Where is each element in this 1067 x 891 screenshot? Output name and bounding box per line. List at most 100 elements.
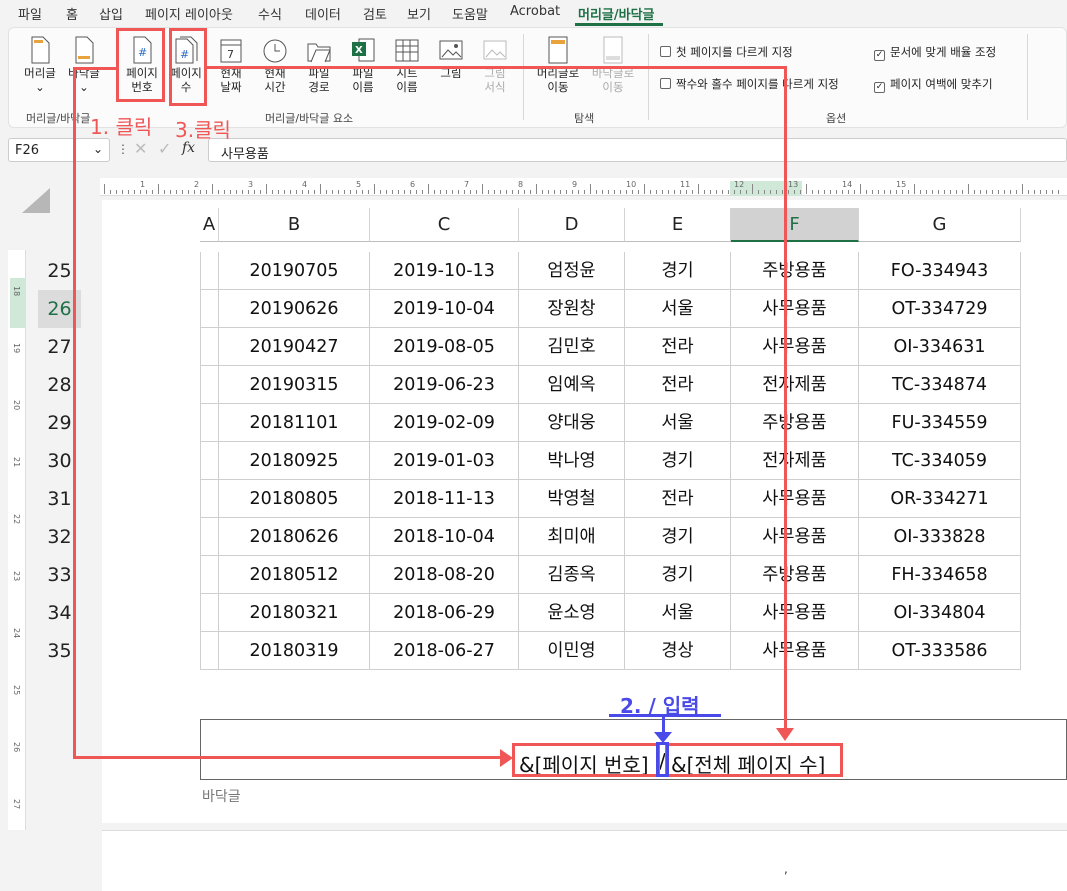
table-cell[interactable]: 엄정윤 — [519, 252, 625, 290]
picture-button[interactable]: 그림 — [431, 36, 471, 80]
table-cell[interactable] — [200, 404, 219, 442]
column-header-f[interactable]: F — [731, 208, 859, 242]
table-cell[interactable]: FH-334658 — [859, 556, 1021, 594]
table-cell[interactable]: 전라 — [625, 366, 731, 404]
table-cell[interactable]: OT-334729 — [859, 290, 1021, 328]
column-header-a[interactable]: A — [200, 208, 219, 242]
table-cell[interactable]: 20180319 — [219, 632, 370, 670]
table-cell[interactable] — [200, 442, 219, 480]
table-cell[interactable]: 박영철 — [519, 480, 625, 518]
column-header-c[interactable]: C — [370, 208, 519, 242]
table-cell[interactable]: 2018-06-27 — [370, 632, 519, 670]
menu-view[interactable]: 보기 — [407, 4, 431, 23]
table-cell[interactable]: 20180805 — [219, 480, 370, 518]
table-cell[interactable] — [200, 480, 219, 518]
table-cell[interactable]: 20190427 — [219, 328, 370, 366]
table-cell[interactable]: 2018-08-20 — [370, 556, 519, 594]
option-odd-even-different[interactable]: 짝수와 홀수 페이지를 다르게 지정 — [660, 76, 839, 92]
current-time-button[interactable]: 현재 시간 — [255, 36, 295, 94]
table-cell[interactable]: 2018-06-29 — [370, 594, 519, 632]
column-header-b[interactable]: B — [219, 208, 370, 242]
table-cell[interactable]: 임예옥 — [519, 366, 625, 404]
enter-icon[interactable]: ✓ — [158, 139, 171, 158]
table-cell[interactable]: 전자제품 — [731, 442, 859, 480]
cancel-icon[interactable]: ✕ — [134, 139, 147, 158]
table-cell[interactable]: 전라 — [625, 328, 731, 366]
file-path-button[interactable]: 파일 경로 — [299, 36, 339, 94]
menu-formulas[interactable]: 수식 — [258, 4, 282, 23]
table-cell[interactable]: 2019-02-09 — [370, 404, 519, 442]
table-cell[interactable]: 윤소영 — [519, 594, 625, 632]
table-cell[interactable]: FU-334559 — [859, 404, 1021, 442]
menu-review[interactable]: 검토 — [363, 4, 387, 23]
table-cell[interactable]: 서울 — [625, 290, 731, 328]
table-cell[interactable]: 20180626 — [219, 518, 370, 556]
name-box[interactable]: F26 ⌄ — [8, 138, 110, 162]
table-cell[interactable]: 주방용품 — [731, 404, 859, 442]
table-cell[interactable] — [200, 556, 219, 594]
table-cell[interactable]: 김민호 — [519, 328, 625, 366]
go-to-footer-button[interactable]: 바닥글로 이동 — [588, 36, 638, 94]
checkbox[interactable] — [660, 78, 671, 89]
table-cell[interactable]: 전라 — [625, 480, 731, 518]
table-cell[interactable]: 경기 — [625, 252, 731, 290]
formula-input[interactable]: 사무용품 — [208, 138, 1067, 162]
table-cell[interactable]: 2018-10-04 — [370, 518, 519, 556]
table-cell[interactable] — [200, 594, 219, 632]
table-cell[interactable]: FO-334943 — [859, 252, 1021, 290]
table-cell[interactable]: 주방용품 — [731, 556, 859, 594]
table-cell[interactable]: 서울 — [625, 404, 731, 442]
table-cell[interactable]: 20180925 — [219, 442, 370, 480]
column-header-e[interactable]: E — [625, 208, 731, 242]
menu-file[interactable]: 파일 — [18, 4, 42, 23]
table-cell[interactable]: 사무용품 — [731, 290, 859, 328]
table-cell[interactable]: 사무용품 — [731, 480, 859, 518]
table-cell[interactable]: 주방용품 — [731, 252, 859, 290]
column-header-d[interactable]: D — [519, 208, 625, 242]
table-cell[interactable]: 20190705 — [219, 252, 370, 290]
current-date-button[interactable]: 7 현재 날짜 — [211, 36, 251, 94]
format-picture-button[interactable]: 그림 서식 — [475, 36, 515, 94]
table-cell[interactable] — [200, 252, 219, 290]
table-cell[interactable]: 김종옥 — [519, 556, 625, 594]
table-cell[interactable]: 사무용품 — [731, 594, 859, 632]
table-cell[interactable] — [200, 366, 219, 404]
table-cell[interactable]: 경기 — [625, 556, 731, 594]
option-scale-with-document[interactable]: ✓ 문서에 맞게 배율 조정 — [874, 44, 996, 61]
table-cell[interactable]: 20180512 — [219, 556, 370, 594]
menu-help[interactable]: 도움말 — [452, 4, 488, 23]
table-cell[interactable]: 전자제품 — [731, 366, 859, 404]
menu-home[interactable]: 홈 — [66, 4, 78, 23]
table-cell[interactable]: 2019-01-03 — [370, 442, 519, 480]
table-cell[interactable]: OT-333586 — [859, 632, 1021, 670]
table-cell[interactable]: OR-334271 — [859, 480, 1021, 518]
menu-header-footer[interactable]: 머리글/바닥글 — [578, 4, 655, 23]
sheet-name-button[interactable]: 시트 이름 — [387, 36, 427, 94]
checkbox[interactable] — [660, 46, 671, 57]
table-cell[interactable] — [200, 328, 219, 366]
footer-button[interactable]: 바닥글 ⌄ — [64, 36, 104, 94]
table-cell[interactable]: OI-334631 — [859, 328, 1021, 366]
go-to-header-button[interactable]: 머리글로 이동 — [534, 36, 582, 94]
chevron-down-icon[interactable]: ⌄ — [93, 142, 103, 156]
table-cell[interactable]: 2018-11-13 — [370, 480, 519, 518]
menu-insert[interactable]: 삽입 — [99, 4, 123, 23]
table-cell[interactable] — [200, 518, 219, 556]
table-cell[interactable]: 장원창 — [519, 290, 625, 328]
option-align-with-margins[interactable]: ✓ 페이지 여백에 맞추기 — [874, 76, 993, 93]
menu-page-layout[interactable]: 페이지 레이아웃 — [145, 4, 233, 23]
table-cell[interactable]: 서울 — [625, 594, 731, 632]
table-cell[interactable]: 사무용품 — [731, 328, 859, 366]
header-button[interactable]: 머리글 ⌄ — [20, 36, 60, 94]
checkbox-checked[interactable]: ✓ — [874, 82, 885, 93]
table-cell[interactable]: 경기 — [625, 518, 731, 556]
table-cell[interactable]: 2019-10-04 — [370, 290, 519, 328]
table-cell[interactable]: 20181101 — [219, 404, 370, 442]
menu-acrobat[interactable]: Acrobat — [510, 4, 560, 19]
table-cell[interactable]: 사무용품 — [731, 518, 859, 556]
table-cell[interactable]: 20180321 — [219, 594, 370, 632]
table-cell[interactable]: 2019-06-23 — [370, 366, 519, 404]
file-name-button[interactable]: X 파일 이름 — [343, 36, 383, 94]
table-cell[interactable] — [200, 290, 219, 328]
table-cell[interactable]: TC-334059 — [859, 442, 1021, 480]
